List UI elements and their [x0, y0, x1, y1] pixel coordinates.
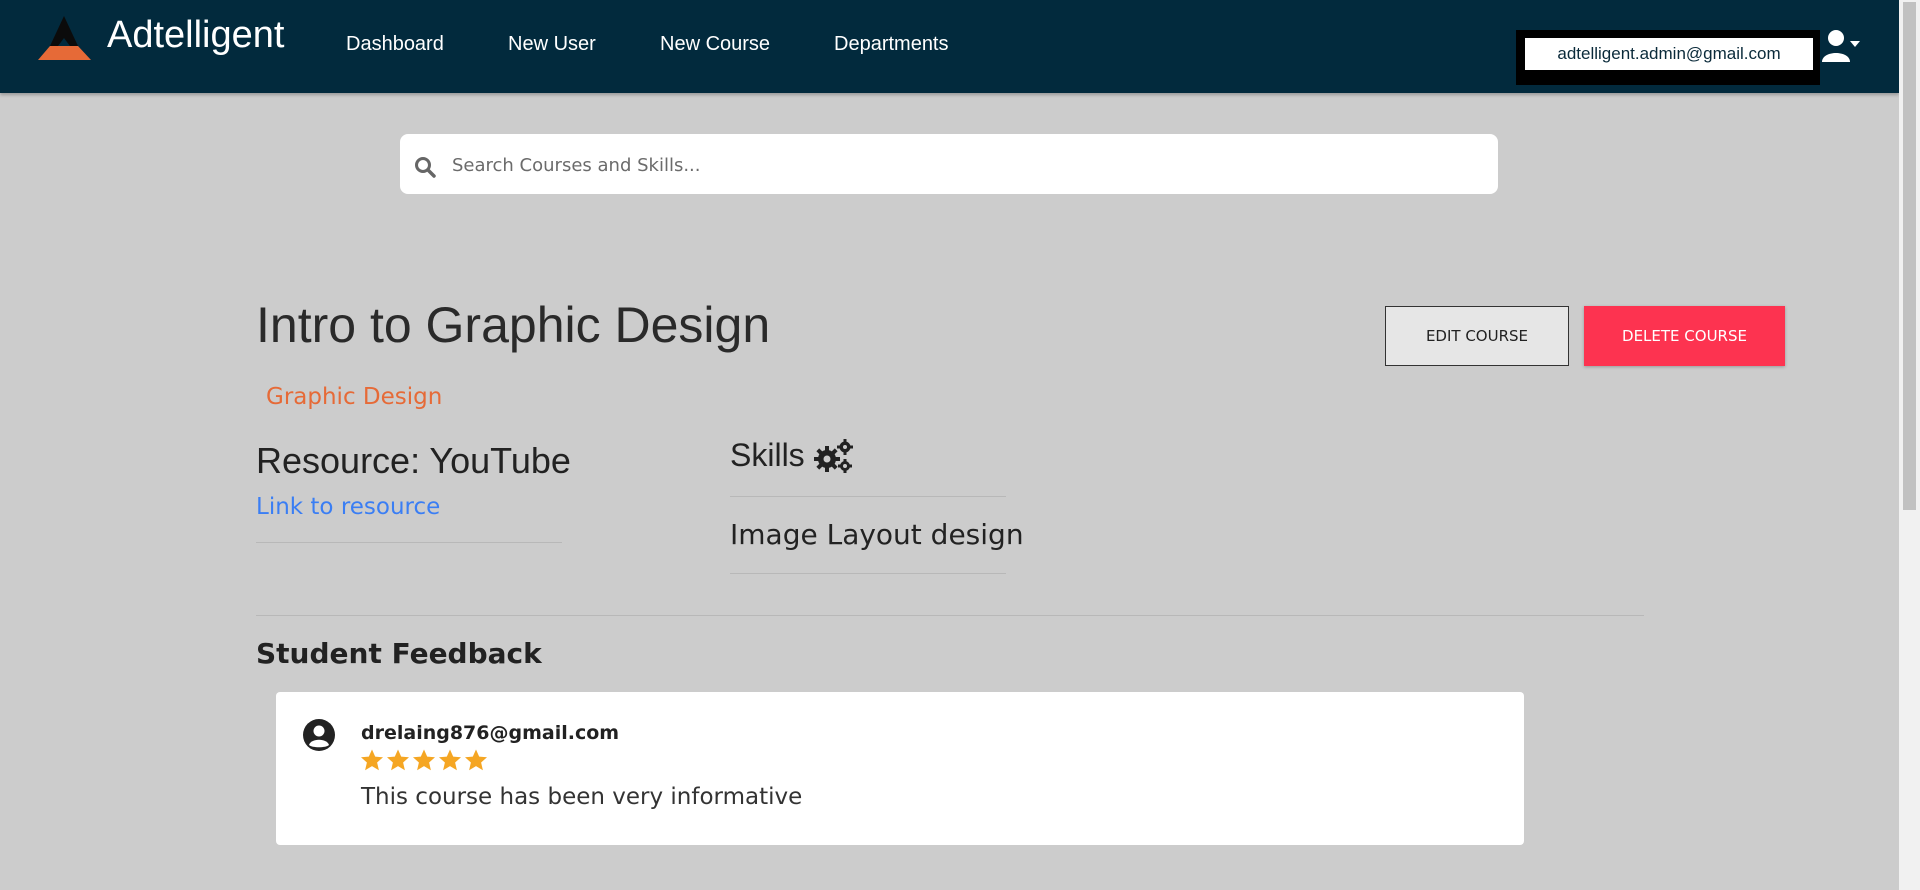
- feedback-heading: Student Feedback: [256, 637, 542, 670]
- account-circle-icon: [303, 719, 335, 751]
- edit-course-button[interactable]: EDIT COURSE: [1385, 306, 1569, 366]
- top-navbar: Adtelligent Dashboard New User New Cours…: [0, 0, 1899, 93]
- brand-name[interactable]: Adtelligent: [107, 14, 284, 57]
- user-email: adtelligent.admin@gmail.com: [1525, 38, 1813, 70]
- star-icon: [387, 749, 409, 771]
- page-scrollbar[interactable]: [1899, 0, 1920, 890]
- resource-link[interactable]: Link to resource: [256, 494, 440, 520]
- nav-departments[interactable]: Departments: [834, 33, 949, 56]
- user-menu-icon[interactable]: [1822, 28, 1862, 64]
- nav-new-user[interactable]: New User: [508, 33, 596, 56]
- skill-item-divider: [730, 573, 1006, 574]
- star-icon: [439, 749, 461, 771]
- search-icon: [415, 157, 436, 178]
- section-divider: [256, 615, 1644, 616]
- course-title: Intro to Graphic Design: [256, 297, 771, 353]
- search-bar: [400, 134, 1498, 196]
- brand-logo[interactable]: [38, 14, 91, 62]
- star-icon: [361, 749, 383, 771]
- logo-icon: [38, 16, 91, 60]
- star-icon: [465, 749, 487, 771]
- delete-course-button[interactable]: DELETE COURSE: [1584, 306, 1785, 366]
- skills-heading-label: Skills: [730, 437, 805, 473]
- feedback-comment: This course has been very informative: [361, 784, 803, 810]
- feedback-author-email: drelaing876@gmail.com: [361, 722, 620, 744]
- user-email-box: adtelligent.admin@gmail.com: [1516, 30, 1820, 85]
- star-rating: [360, 748, 488, 772]
- nav-dashboard[interactable]: Dashboard: [346, 33, 444, 56]
- scrollbar-thumb[interactable]: [1903, 2, 1916, 510]
- feedback-card: drelaing876@gmail.com This course has be…: [276, 692, 1524, 845]
- course-category[interactable]: Graphic Design: [266, 384, 442, 410]
- resource-divider: [256, 542, 562, 543]
- skills-heading: Skills: [730, 437, 855, 474]
- resource-title: Resource: YouTube: [256, 440, 571, 481]
- skill-item: Image Layout design: [730, 518, 1024, 551]
- gears-icon: [813, 438, 853, 473]
- nav-new-course[interactable]: New Course: [660, 33, 770, 56]
- search-input[interactable]: [450, 134, 1484, 196]
- skills-divider: [730, 496, 1006, 497]
- star-icon: [413, 749, 435, 771]
